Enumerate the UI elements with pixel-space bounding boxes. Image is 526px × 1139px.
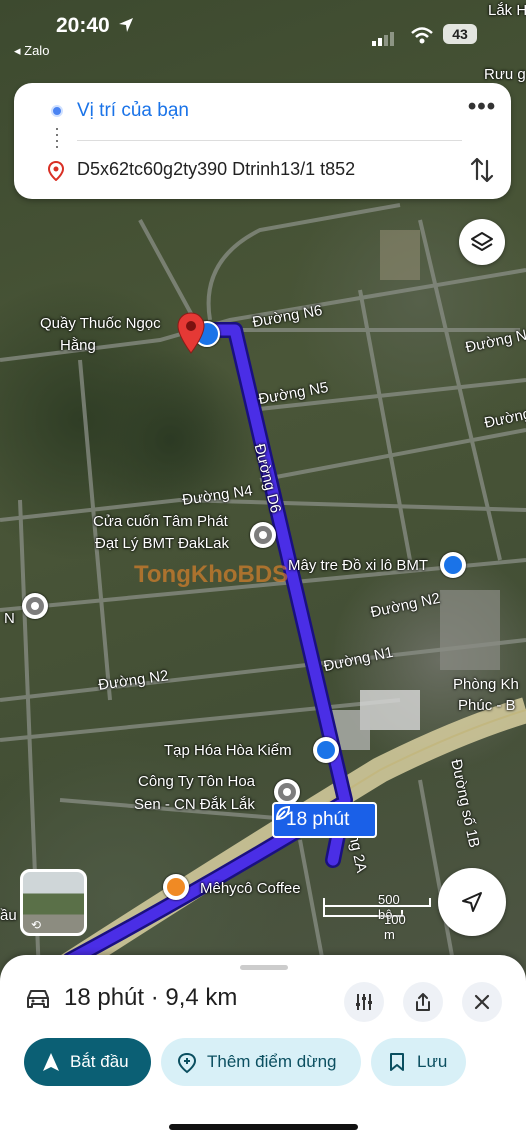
car-icon	[27, 990, 49, 1008]
start-label: Bắt đầu	[70, 1052, 129, 1071]
watermark: TongKhoBDS	[134, 561, 289, 588]
swap-icon[interactable]	[469, 155, 495, 185]
recenter-button[interactable]	[438, 868, 506, 936]
add-pin-icon	[177, 1052, 197, 1074]
origin-field[interactable]: Vị trí của bạn	[77, 100, 189, 122]
map-label[interactable]: Phúc - B	[458, 697, 516, 714]
map-label[interactable]: Sen - CN Đắk Lắk	[134, 796, 255, 813]
back-to-app-link[interactable]: ◂ Zalo	[14, 43, 49, 59]
map-label[interactable]: Phòng Kh	[453, 676, 519, 693]
eta-chip[interactable]: 18 phút	[272, 802, 377, 838]
close-button[interactable]	[462, 982, 502, 1022]
pin-icon	[48, 161, 64, 181]
close-icon	[474, 994, 490, 1010]
route-summary: 18 phút · 9,4 km	[64, 984, 238, 1011]
street-view-thumbnail[interactable]: ⟲	[20, 869, 87, 936]
directions-card: Vị trí của bạn ••• D5x62tc60g2ty390 Dtri…	[14, 83, 511, 199]
map-label[interactable]: Hằng	[60, 337, 96, 354]
poi-pin[interactable]	[250, 522, 276, 548]
map-label[interactable]: Công Ty Tôn Hoa	[138, 773, 255, 790]
battery-icon: 43	[443, 24, 477, 44]
save-button[interactable]: Lưu	[371, 1038, 466, 1086]
eta-text: 18 phút	[286, 809, 350, 830]
cell-signal-icon	[372, 32, 394, 46]
layers-icon	[471, 232, 493, 251]
status-bar: 20:40 ◂ Zalo 43	[0, 0, 526, 70]
destination-field[interactable]: D5x62tc60g2ty390 Dtrinh13/1 t852	[77, 159, 355, 180]
poi-pin[interactable]	[22, 593, 48, 619]
route-options-button[interactable]	[344, 982, 384, 1022]
map-label[interactable]: Mêhycô Coffee	[200, 880, 301, 897]
street-view-icon: ⟲	[31, 918, 42, 932]
location-arrow-icon	[118, 18, 133, 32]
navigate-icon	[462, 892, 482, 912]
add-stop-button[interactable]: Thêm điểm dừng	[161, 1038, 361, 1086]
bookmark-icon	[390, 1053, 404, 1071]
scale-metric: 100 m	[384, 912, 406, 942]
save-label: Lưu	[417, 1052, 448, 1071]
home-indicator[interactable]	[169, 1124, 358, 1130]
route-bottom-sheet: 18 phút · 9,4 km Bắt đầu Thêm điểm dừng …	[0, 955, 526, 1139]
lock-pin[interactable]	[313, 737, 339, 763]
map-label[interactable]: Tạp Hóa Hòa Kiểm	[164, 742, 292, 759]
lock-pin[interactable]	[440, 552, 466, 578]
filter-sliders-icon	[356, 994, 372, 1010]
coffee-pin[interactable]	[163, 874, 189, 900]
drag-handle[interactable]	[240, 965, 288, 970]
wifi-icon	[411, 27, 433, 44]
start-button[interactable]: Bắt đầu	[24, 1038, 151, 1086]
destination-row[interactable]: D5x62tc60g2ty390 Dtrinh13/1 t852	[14, 141, 511, 199]
map-label[interactable]: Cửa cuốn Tâm Phát	[93, 513, 228, 530]
share-icon	[416, 993, 430, 1011]
share-button[interactable]	[403, 982, 443, 1022]
origin-row[interactable]: Vị trí của bạn •••	[14, 83, 511, 141]
map-label[interactable]: Quầy Thuốc Ngọc	[40, 315, 161, 332]
layers-button[interactable]	[459, 219, 505, 265]
map-label[interactable]: Đạt Lý BMT ĐakLak	[95, 535, 229, 552]
more-dots-icon: •••	[467, 93, 497, 120]
map-label: ầu	[0, 907, 17, 924]
destination-pin-icon[interactable]	[176, 311, 206, 355]
time-text: 20:40	[56, 14, 110, 37]
navigation-arrow-icon	[43, 1053, 59, 1071]
map-label[interactable]: Mây tre Đồ xi lô BMT	[288, 557, 428, 574]
status-time: 20:40	[56, 14, 134, 38]
add-stop-label: Thêm điểm dừng	[207, 1052, 337, 1071]
map-label: N	[4, 610, 15, 627]
more-options-button[interactable]: •••	[464, 93, 500, 126]
origin-dot-icon	[51, 105, 63, 117]
